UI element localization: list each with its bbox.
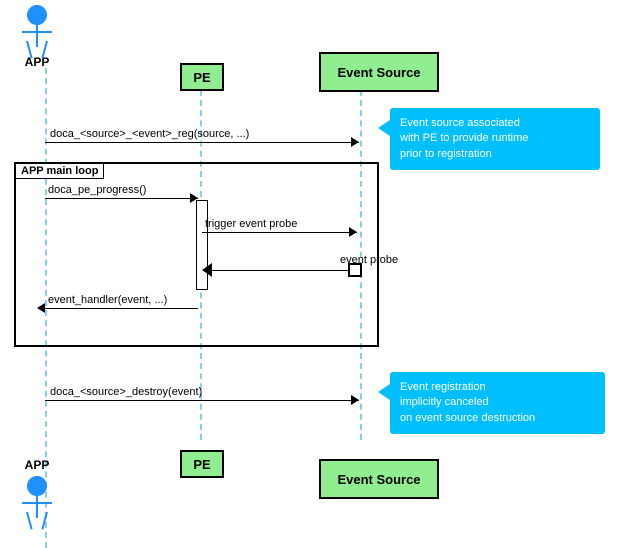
pe-box-bottom: PE: [180, 450, 224, 478]
actor-app-top-label: APP: [25, 55, 50, 69]
actor-app-bottom-label: APP: [25, 458, 50, 472]
msg2-line: [45, 198, 198, 199]
msg4-line: [208, 270, 358, 271]
msg3-arrow: [349, 227, 357, 237]
eventsource-box-bottom: Event Source: [319, 459, 439, 499]
msg3-line: [202, 232, 357, 233]
pe-label-top: PE: [193, 70, 210, 85]
actor-arms-bottom: [22, 502, 52, 504]
msg6-label: doca_<source>_destroy(event): [50, 386, 202, 398]
actor-app-bottom: APP: [22, 458, 52, 520]
actor-body: [36, 25, 38, 47]
actor-body-bottom: [36, 496, 38, 518]
note2: Event registration implicitly canceled o…: [390, 372, 605, 434]
msg2-label: doca_pe_progress(): [48, 184, 146, 196]
actor-leg-right-bottom: [26, 512, 33, 530]
msg1-label: doca_<source>_<event>_reg(source, ...): [50, 128, 249, 140]
sequence-diagram: APP PE Event Source doca_<source>_<event…: [0, 0, 622, 547]
pe-box-top: PE: [180, 63, 224, 91]
pe-label-bottom: PE: [193, 457, 210, 472]
msg5-line: [45, 308, 198, 309]
note1-text: Event source associated with PE to provi…: [400, 117, 528, 160]
loop-label: APP main loop: [15, 163, 104, 179]
msg6-arrow: [351, 395, 359, 405]
msg6-line: [45, 400, 359, 401]
eventsource-box-top: Event Source: [319, 52, 439, 92]
eventsource-label-bottom: Event Source: [337, 472, 420, 487]
note2-text: Event registration implicitly canceled o…: [400, 381, 535, 424]
actor-head: [27, 5, 47, 25]
msg1-line: [45, 142, 359, 143]
actor-arms: [22, 31, 52, 33]
msg4-arrow: [202, 263, 212, 277]
eventsource-label-top: Event Source: [337, 65, 420, 80]
msg4-label: event probe: [340, 254, 398, 266]
msg5-label: event_handler(event, ...): [48, 294, 167, 306]
note1: Event source associated with PE to provi…: [390, 108, 600, 170]
actor-app-top: APP: [22, 5, 52, 69]
msg1-arrow: [351, 137, 359, 147]
actor-head-bottom: [27, 476, 47, 496]
msg3-label: trigger event probe: [205, 218, 297, 230]
msg5-arrow: [37, 303, 45, 313]
